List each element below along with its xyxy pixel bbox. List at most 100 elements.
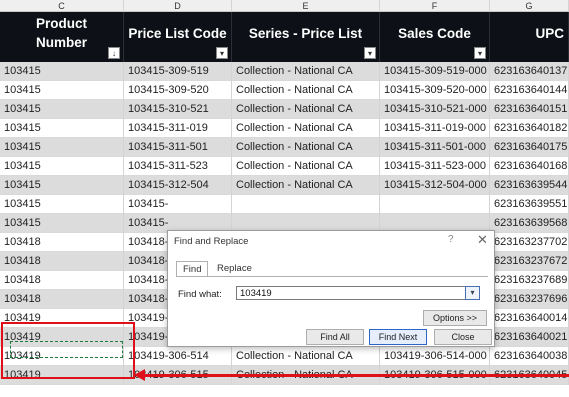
- cell-e[interactable]: Collection - National CA: [232, 347, 380, 366]
- cell-e[interactable]: Collection - National CA: [232, 157, 380, 176]
- tab-find[interactable]: Find: [176, 261, 209, 277]
- cell-g[interactable]: 623163237702: [490, 233, 569, 252]
- cell-d[interactable]: 103415-: [124, 195, 232, 214]
- cell-c[interactable]: 103418: [0, 271, 124, 290]
- cell-g[interactable]: 623163640151: [490, 100, 569, 119]
- annotation-arrow-line: [142, 374, 569, 377]
- cell-d[interactable]: 103415-311-523: [124, 157, 232, 176]
- cell-e[interactable]: [232, 195, 380, 214]
- cell-d[interactable]: 103415-309-520: [124, 81, 232, 100]
- header-product-number-label: Product Number: [0, 14, 123, 52]
- filter-dropdown-icon[interactable]: ▾: [474, 47, 486, 59]
- table-row: 103415 103415- 623163639551: [0, 195, 569, 214]
- cell-g[interactable]: 623163237672: [490, 252, 569, 271]
- cell-g[interactable]: 623163640021: [490, 328, 569, 347]
- cell-d[interactable]: 103415-311-501: [124, 138, 232, 157]
- header-price-list-code[interactable]: Price List Code ▾: [124, 12, 232, 62]
- cell-g[interactable]: 623163639551: [490, 195, 569, 214]
- cell-c[interactable]: 103418: [0, 290, 124, 309]
- cell-f[interactable]: 103415-309-520-000: [380, 81, 490, 100]
- close-icon[interactable]: ✕: [477, 232, 488, 248]
- cell-e[interactable]: Collection - National CA: [232, 176, 380, 195]
- cell-f[interactable]: 103415-310-521-000: [380, 100, 490, 119]
- cell-g[interactable]: 623163237689: [490, 271, 569, 290]
- cell-e[interactable]: Collection - National CA: [232, 138, 380, 157]
- cell-g[interactable]: 623163640014: [490, 309, 569, 328]
- header-sales-code-label: Sales Code: [398, 26, 471, 41]
- cell-f[interactable]: 103415-309-519-000: [380, 62, 490, 81]
- annotation-arrow-icon: [134, 369, 145, 381]
- cell-e[interactable]: Collection - National CA: [232, 81, 380, 100]
- table-row: 103415 103415-311-523 Collection - Nationa…: [0, 157, 569, 176]
- cell-c[interactable]: 103415: [0, 214, 124, 233]
- dialog-title: Find and Replace: [174, 236, 249, 247]
- cell-c[interactable]: 103415: [0, 138, 124, 157]
- table-row: 103415 103415-312-504 Collection - Nationa…: [0, 176, 569, 195]
- table-row: 103415 103415-311-501 Collection - Nationa…: [0, 138, 569, 157]
- sort-filter-icon[interactable]: ↓: [108, 47, 120, 59]
- help-icon[interactable]: ?: [448, 234, 454, 245]
- header-price-list-code-label: Price List Code: [128, 26, 227, 41]
- column-header-d[interactable]: D: [124, 0, 232, 12]
- header-upc[interactable]: UPC: [490, 12, 569, 62]
- cell-g[interactable]: 623163639568: [490, 214, 569, 233]
- header-series-price-list-label: Series - Price List: [248, 26, 363, 41]
- cell-f[interactable]: 103415-312-504-000: [380, 176, 490, 195]
- cell-d[interactable]: 103415-312-504: [124, 176, 232, 195]
- header-upc-label: UPC: [535, 26, 564, 41]
- cell-c[interactable]: 103418: [0, 252, 124, 271]
- cell-g[interactable]: 623163639544: [490, 176, 569, 195]
- cell-c[interactable]: 103415: [0, 195, 124, 214]
- cell-g[interactable]: 623163640168: [490, 157, 569, 176]
- close-button[interactable]: Close: [434, 329, 492, 345]
- cell-e[interactable]: Collection - National CA: [232, 62, 380, 81]
- find-what-input[interactable]: [236, 286, 480, 300]
- find-next-button[interactable]: Find Next: [369, 329, 427, 345]
- cell-c[interactable]: 103415: [0, 157, 124, 176]
- cell-f[interactable]: 103415-311-501-000: [380, 138, 490, 157]
- header-sales-code[interactable]: Sales Code ▾: [380, 12, 490, 62]
- cell-e[interactable]: Collection - National CA: [232, 100, 380, 119]
- header-series-price-list[interactable]: Series - Price List ▾: [232, 12, 380, 62]
- cell-c[interactable]: 103415: [0, 100, 124, 119]
- options-button[interactable]: Options >>: [423, 310, 487, 326]
- find-all-button[interactable]: Find All: [306, 329, 364, 345]
- cell-e[interactable]: Collection - National CA: [232, 119, 380, 138]
- find-what-label: Find what:: [178, 289, 222, 300]
- cell-c[interactable]: 103415: [0, 62, 124, 81]
- cell-c[interactable]: 103415: [0, 81, 124, 100]
- cell-f[interactable]: 103419-306-514-000: [380, 347, 490, 366]
- chevron-down-icon[interactable]: ▾: [465, 286, 480, 300]
- cell-c[interactable]: 103415: [0, 176, 124, 195]
- cell-g[interactable]: 623163640182: [490, 119, 569, 138]
- table-row: 103415 103415-310-521 Collection - Nationa…: [0, 100, 569, 119]
- cell-d[interactable]: 103419-306-514: [124, 347, 232, 366]
- header-line-1: Product: [35, 16, 87, 31]
- table-row: 103415 103415-311-019 Collection - Nationa…: [0, 119, 569, 138]
- cell-g[interactable]: 623163640144: [490, 81, 569, 100]
- table-row: 103415 103415-309-519 Collection - Nationa…: [0, 62, 569, 81]
- tab-replace[interactable]: Replace: [211, 261, 258, 277]
- highlight-annotation-box: [1, 322, 135, 379]
- column-header-e[interactable]: E: [232, 0, 380, 12]
- column-header-c[interactable]: C: [0, 0, 124, 12]
- tab-divider: [176, 276, 488, 277]
- cell-c[interactable]: 103418: [0, 233, 124, 252]
- cell-d[interactable]: 103415-309-519: [124, 62, 232, 81]
- column-header-g[interactable]: G: [490, 0, 569, 12]
- cell-d[interactable]: 103415-311-019: [124, 119, 232, 138]
- cell-c[interactable]: 103415: [0, 119, 124, 138]
- filter-dropdown-icon[interactable]: ▾: [216, 47, 228, 59]
- cell-g[interactable]: 623163640175: [490, 138, 569, 157]
- table-row: 103415 103415-309-520 Collection - Nationa…: [0, 81, 569, 100]
- cell-g[interactable]: 623163640038: [490, 347, 569, 366]
- filter-dropdown-icon[interactable]: ▾: [364, 47, 376, 59]
- cell-g[interactable]: 623163640137: [490, 62, 569, 81]
- cell-g[interactable]: 623163237696: [490, 290, 569, 309]
- cell-f[interactable]: 103415-311-019-000: [380, 119, 490, 138]
- cell-f[interactable]: 103415-311-523-000: [380, 157, 490, 176]
- column-header-f[interactable]: F: [380, 0, 490, 12]
- header-product-number[interactable]: Product Number ↓: [0, 12, 124, 62]
- cell-d[interactable]: 103415-310-521: [124, 100, 232, 119]
- cell-f[interactable]: [380, 195, 490, 214]
